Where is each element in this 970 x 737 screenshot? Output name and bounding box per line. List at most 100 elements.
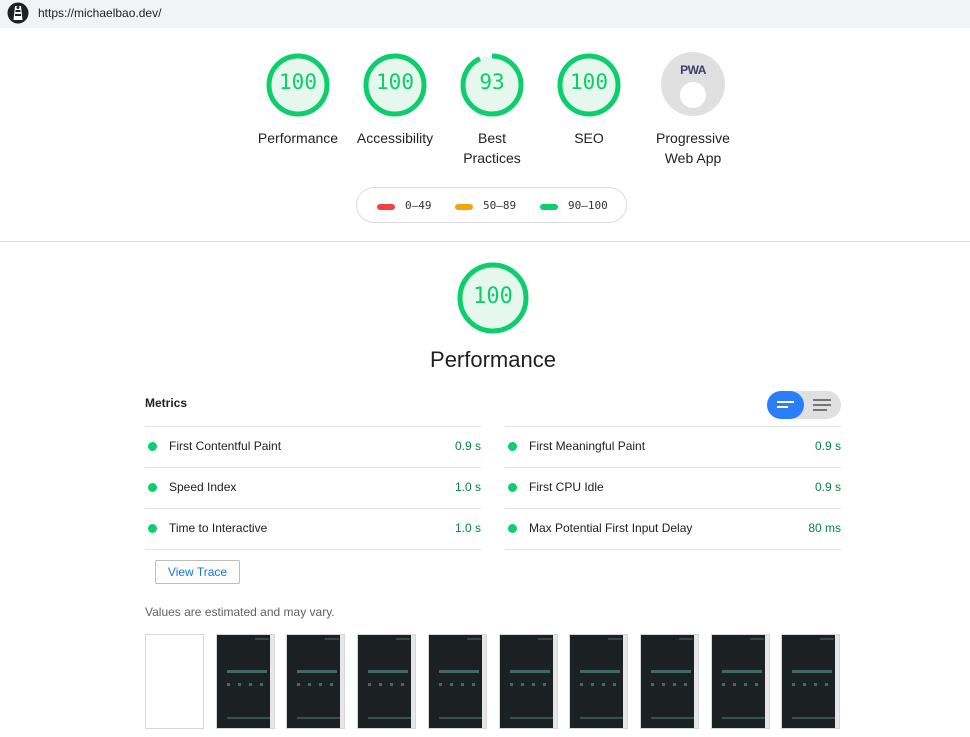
frame-bar: [749, 638, 764, 640]
performance-gauge: 100: [443, 262, 543, 341]
filmstrip-frame: [569, 634, 629, 729]
frame-bar: [608, 638, 623, 640]
metric-name: Time to Interactive: [169, 521, 268, 535]
frame-dots: [438, 683, 479, 686]
filmstrip-frame: [427, 634, 487, 729]
gauge-seo[interactable]: 100 SEO: [539, 52, 639, 148]
filmstrip-frame: [639, 634, 699, 729]
pass-dot-icon: [148, 524, 157, 533]
metric-name: First Contentful Paint: [169, 439, 282, 453]
category-label: Accessibility: [356, 130, 434, 146]
frame-edge: [481, 635, 486, 728]
category-label: SEO: [574, 130, 604, 146]
frame-foot: [297, 717, 342, 719]
frame-dots: [368, 683, 409, 686]
gauge-accessibility[interactable]: 100 Accessibility: [345, 52, 445, 148]
compact-view-button[interactable]: [767, 391, 804, 419]
frame-dots: [297, 683, 338, 686]
frame-foot: [721, 717, 766, 719]
frame-dots: [650, 683, 691, 686]
lines-full-icon: [813, 399, 831, 411]
frame-title: [792, 670, 833, 673]
frame-bar: [537, 638, 552, 640]
frame-bar: [678, 638, 693, 640]
legend-average-label: 50–89: [483, 199, 517, 212]
metric-value: 0.9 s: [814, 439, 841, 453]
frame-foot: [509, 717, 554, 719]
gauge-best-practices[interactable]: 93 Best Practices: [442, 52, 542, 168]
frame-title: [650, 670, 691, 673]
frame-bar: [466, 638, 481, 640]
score-legend: 0–49 50–89 90–100: [356, 187, 627, 223]
frame-foot: [650, 717, 695, 719]
frame-edge: [269, 635, 274, 728]
pwa-badge-dot: [680, 82, 706, 108]
frame-title: [509, 670, 550, 673]
score-value: 100: [279, 70, 317, 94]
frame-edge: [693, 635, 698, 728]
metric-name: Speed Index: [169, 480, 237, 494]
estimate-disclaimer: Values are estimated and may vary.: [145, 605, 335, 619]
metric-speed-index[interactable]: Speed Index 1.0 s: [145, 467, 481, 508]
score-value: 100: [570, 70, 608, 94]
category-label: Progressive Web App: [656, 130, 730, 166]
pass-dot-icon: [508, 524, 517, 533]
legend-pass-swatch: [540, 204, 558, 210]
page-url[interactable]: https://michaelbao.dev/: [38, 6, 161, 20]
category-summary: 100 Performance 100 Accessibility 93 Bes…: [0, 52, 970, 182]
legend-pass-label: 90–100: [568, 199, 608, 212]
metric-value: 80 ms: [808, 521, 841, 535]
filmstrip-frame: [781, 634, 841, 729]
metric-value: 1.0 s: [454, 480, 481, 494]
frame-bar: [325, 638, 340, 640]
filmstrip-frame: [357, 634, 417, 729]
category-label: Performance: [257, 130, 339, 146]
frame-dots: [721, 683, 762, 686]
metric-value: 0.9 s: [814, 480, 841, 494]
frame-foot: [368, 717, 413, 719]
expanded-view-button[interactable]: [804, 391, 841, 419]
gauge-performance[interactable]: 100 Performance: [248, 52, 348, 148]
legend-fail-label: 0–49: [405, 199, 432, 212]
metric-time-to-interactive[interactable]: Time to Interactive 1.0 s: [145, 508, 481, 550]
frame-foot: [226, 717, 271, 719]
frame-title: [226, 670, 267, 673]
metric-name: First Meaningful Paint: [529, 439, 646, 453]
metrics-header: Metrics: [145, 396, 188, 410]
filmstrip-frame: [145, 634, 204, 729]
metric-max-potential-fid[interactable]: Max Potential First Input Delay 80 ms: [505, 508, 841, 550]
pwa-badge-icon: PWA: [661, 52, 725, 116]
category-label: Best Practices: [463, 130, 521, 166]
performance-score: 100: [473, 284, 513, 309]
frame-edge: [623, 635, 628, 728]
view-trace-button[interactable]: View Trace: [155, 560, 240, 584]
score-value: 93: [479, 70, 505, 94]
pass-dot-icon: [148, 442, 157, 451]
legend-average-swatch: [455, 204, 473, 210]
metrics-view-toggle[interactable]: [767, 391, 841, 419]
metric-first-cpu-idle[interactable]: First CPU Idle 0.9 s: [505, 467, 841, 508]
gauge-pwa[interactable]: PWA Progressive Web App: [636, 52, 750, 168]
frame-edge: [835, 635, 840, 728]
metric-first-contentful-paint[interactable]: First Contentful Paint 0.9 s: [145, 426, 481, 467]
legend-fail-swatch: [377, 204, 395, 210]
frame-edge: [764, 635, 769, 728]
metric-first-meaningful-paint[interactable]: First Meaningful Paint 0.9 s: [505, 426, 841, 467]
metric-value: 1.0 s: [454, 521, 481, 535]
pass-dot-icon: [148, 483, 157, 492]
frame-dots: [792, 683, 833, 686]
frame-dots: [509, 683, 550, 686]
lines-short-icon: [777, 401, 794, 408]
frame-title: [721, 670, 762, 673]
filmstrip-frame: [498, 634, 558, 729]
filmstrip-frame: [710, 634, 770, 729]
address-bar: https://michaelbao.dev/: [0, 0, 970, 28]
frame-edge: [552, 635, 557, 728]
frame-title: [297, 670, 338, 673]
frame-edge: [340, 635, 345, 728]
frame-foot: [792, 717, 837, 719]
frame-foot: [438, 717, 483, 719]
frame-dots: [226, 683, 267, 686]
filmstrip-frame: [286, 634, 346, 729]
frame-title: [580, 670, 621, 673]
